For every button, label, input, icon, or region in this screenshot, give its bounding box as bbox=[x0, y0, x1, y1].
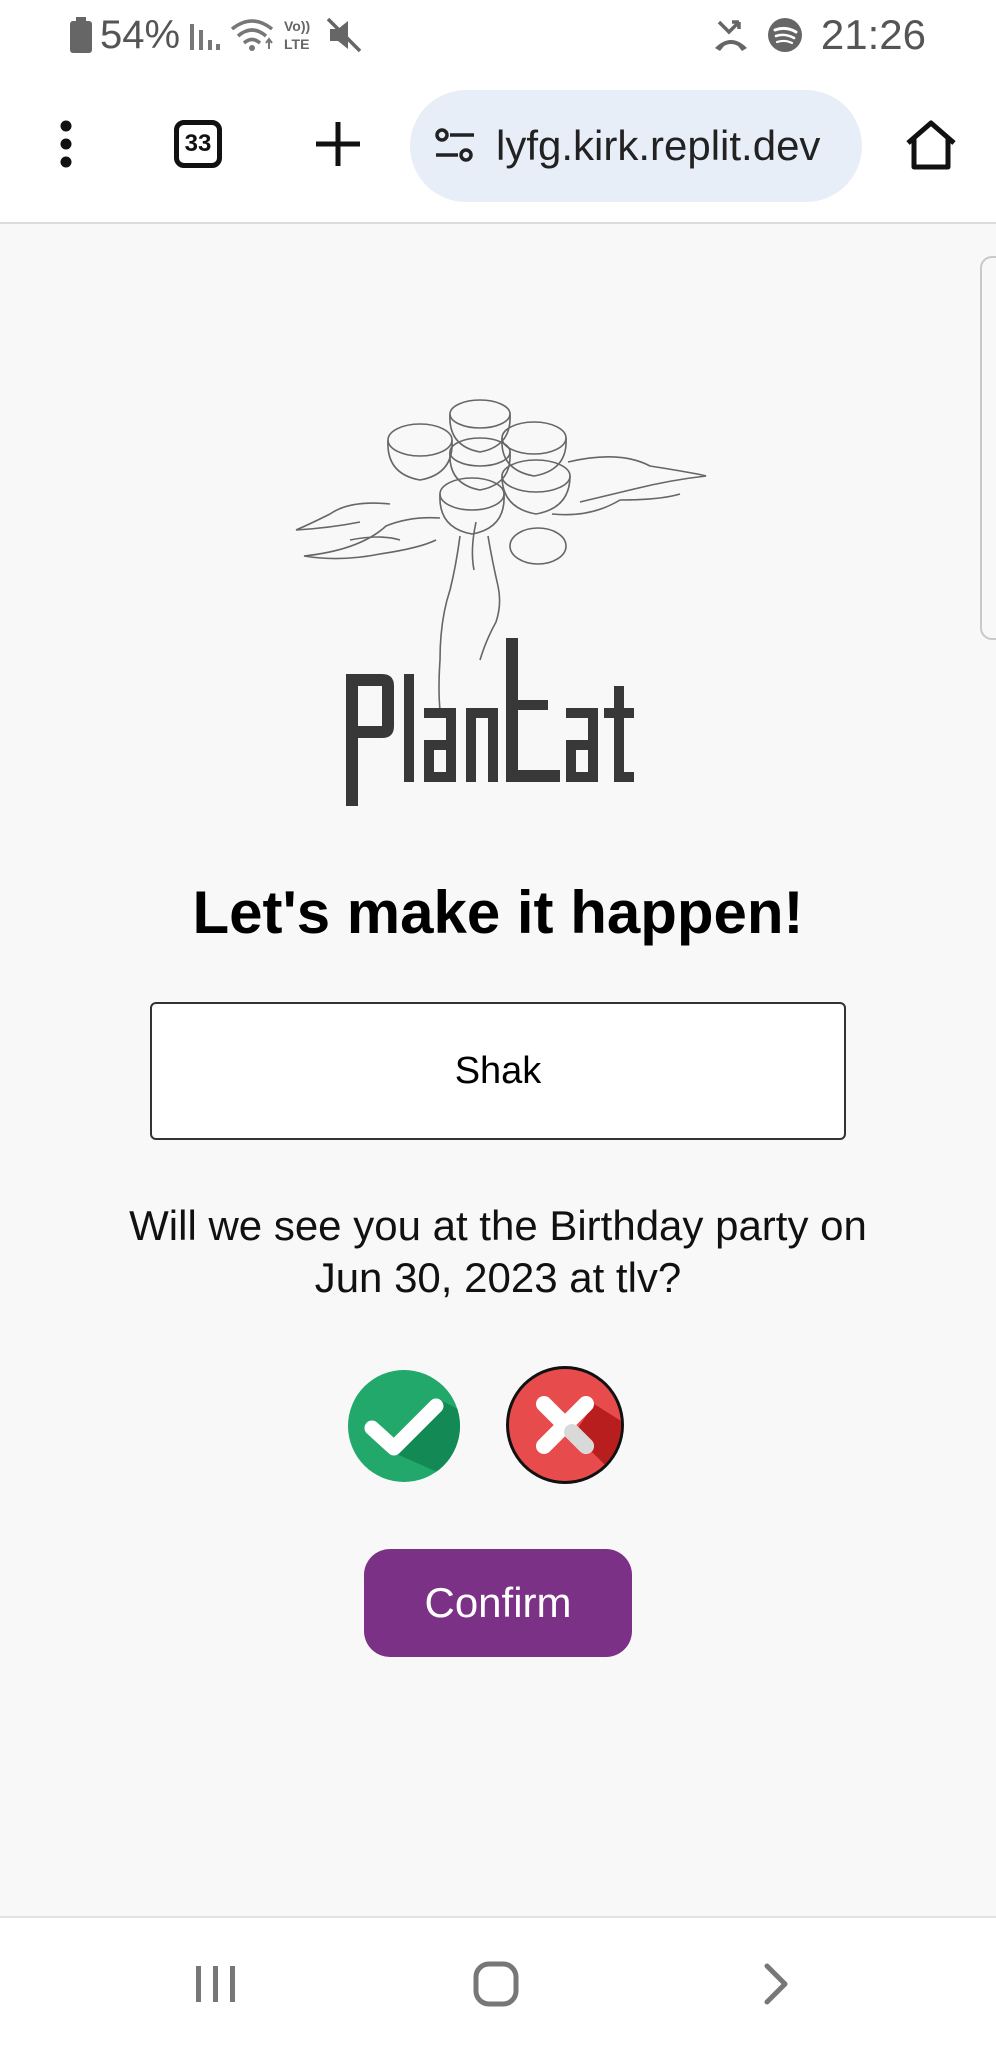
page-title: Let's make it happen! bbox=[192, 879, 804, 946]
browser-toolbar: 33 lyfg.kirk.replit.dev bbox=[0, 72, 996, 224]
scrollbar[interactable] bbox=[980, 256, 996, 640]
svg-text:Vo)): Vo)) bbox=[284, 18, 310, 34]
back-icon bbox=[764, 1963, 788, 2005]
back-button[interactable] bbox=[736, 1944, 816, 2024]
tabs-button[interactable]: 33 bbox=[174, 120, 222, 168]
more-options-icon bbox=[60, 120, 72, 168]
battery-percentage: 54% bbox=[100, 12, 181, 57]
confirm-button[interactable]: Confirm bbox=[364, 1549, 632, 1657]
rsvp-question: Will we see you at the Birthday party on… bbox=[129, 1202, 867, 1301]
home-button[interactable] bbox=[896, 110, 966, 180]
close-icon bbox=[506, 1366, 624, 1484]
home-icon bbox=[906, 120, 956, 170]
volte-icon: Vo)) LTE bbox=[284, 18, 310, 52]
site-settings-icon bbox=[435, 128, 474, 162]
recents-icon bbox=[196, 1966, 235, 2002]
status-right: 21:26 bbox=[713, 11, 926, 58]
nav-home-button[interactable] bbox=[456, 1944, 536, 2024]
new-tab-icon bbox=[316, 122, 360, 166]
planeat-logo bbox=[295, 399, 707, 806]
mute-icon bbox=[326, 17, 362, 53]
home-button-icon bbox=[473, 1961, 519, 2007]
battery-icon bbox=[70, 17, 92, 53]
clock: 21:26 bbox=[820, 11, 926, 58]
spotify-icon bbox=[767, 18, 802, 52]
tab-count-label: 33 bbox=[184, 130, 212, 157]
new-tab-button[interactable] bbox=[306, 112, 370, 176]
name-field[interactable] bbox=[150, 1002, 846, 1140]
wifi-icon bbox=[230, 19, 274, 51]
url-text: lyfg.kirk.replit.dev bbox=[496, 122, 821, 169]
signal-icon bbox=[190, 24, 221, 50]
status-left: 54% Vo)) LTE bbox=[70, 12, 362, 58]
svg-text:LTE: LTE bbox=[284, 36, 309, 52]
rsvp-no-button[interactable] bbox=[504, 1364, 626, 1486]
check-icon bbox=[348, 1370, 460, 1482]
more-options-button[interactable] bbox=[36, 108, 96, 180]
recents-button[interactable] bbox=[176, 1944, 256, 2024]
missed-call-icon bbox=[714, 20, 747, 51]
status-bar: 54% Vo)) LTE 21:26 bbox=[0, 0, 996, 72]
rsvp-yes-button[interactable] bbox=[348, 1370, 460, 1482]
address-bar[interactable]: lyfg.kirk.replit.dev bbox=[410, 90, 862, 202]
system-nav-bar bbox=[0, 1916, 996, 2050]
